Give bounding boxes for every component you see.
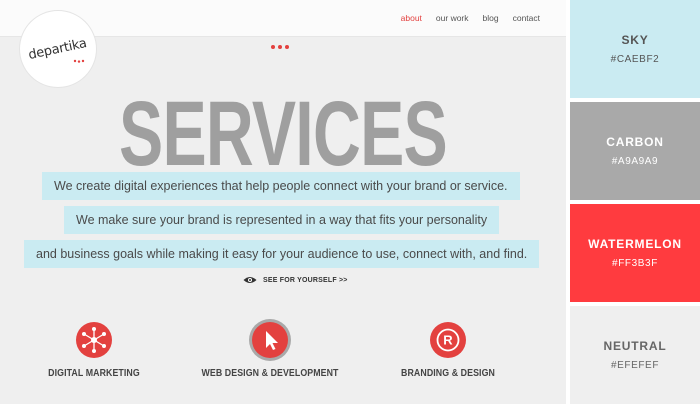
see-for-yourself-label: SEE FOR YOURSELF >> <box>263 276 348 284</box>
cursor-icon <box>252 322 288 358</box>
service-branding[interactable]: R BRANDING & DESIGN <box>368 322 528 379</box>
website-preview: about our work blog contact departika SE… <box>0 0 566 404</box>
see-for-yourself-link[interactable]: SEE FOR YOURSELF >> <box>243 276 348 284</box>
swatch-sky: SKY #CAEBF2 <box>570 0 700 98</box>
swatch-name: SKY <box>621 33 649 47</box>
logo[interactable]: departika <box>20 11 96 87</box>
eye-icon <box>243 277 257 283</box>
service-label: DIGITAL MARKETING <box>48 368 140 379</box>
nav-about-link[interactable]: about <box>401 13 422 23</box>
hero-line-2: We make sure your brand is represented i… <box>64 206 500 234</box>
main-nav: about our work blog contact <box>401 13 540 23</box>
page-title: SERVICES <box>118 83 448 185</box>
registered-icon: R <box>430 322 466 358</box>
service-label: WEB DESIGN & DEVELOPMENT <box>201 368 339 379</box>
network-icon <box>76 322 112 358</box>
dots-divider-icon <box>271 45 289 49</box>
swatch-carbon: CARBON #A9A9A9 <box>570 102 700 200</box>
swatch-name: WATERMELON <box>588 237 682 251</box>
swatch-hex: #CAEBF2 <box>610 54 660 65</box>
swatch-hex: #EFEFEF <box>610 360 660 371</box>
hero-line-3: and business goals while making it easy … <box>24 240 540 268</box>
nav-contact-link[interactable]: contact <box>513 13 540 23</box>
swatch-hex: #A9A9A9 <box>611 156 659 167</box>
swatch-watermelon: WATERMELON #FF3B3F <box>570 204 700 302</box>
hero-line-1: We create digital experiences that help … <box>42 172 520 200</box>
logo-dots-icon <box>73 59 85 63</box>
service-label: BRANDING & DESIGN <box>401 368 495 379</box>
swatch-name: CARBON <box>606 135 664 149</box>
svg-text:R: R <box>443 333 453 348</box>
service-web-design[interactable]: WEB DESIGN & DEVELOPMENT <box>190 322 350 379</box>
swatch-name: NEUTRAL <box>603 339 667 353</box>
swatch-neutral: NEUTRAL #EFEFEF <box>570 306 700 404</box>
nav-our-work-link[interactable]: our work <box>436 13 469 23</box>
swatch-hex: #FF3B3F <box>612 258 658 269</box>
service-digital-marketing[interactable]: DIGITAL MARKETING <box>14 322 174 379</box>
nav-blog-link[interactable]: blog <box>483 13 499 23</box>
